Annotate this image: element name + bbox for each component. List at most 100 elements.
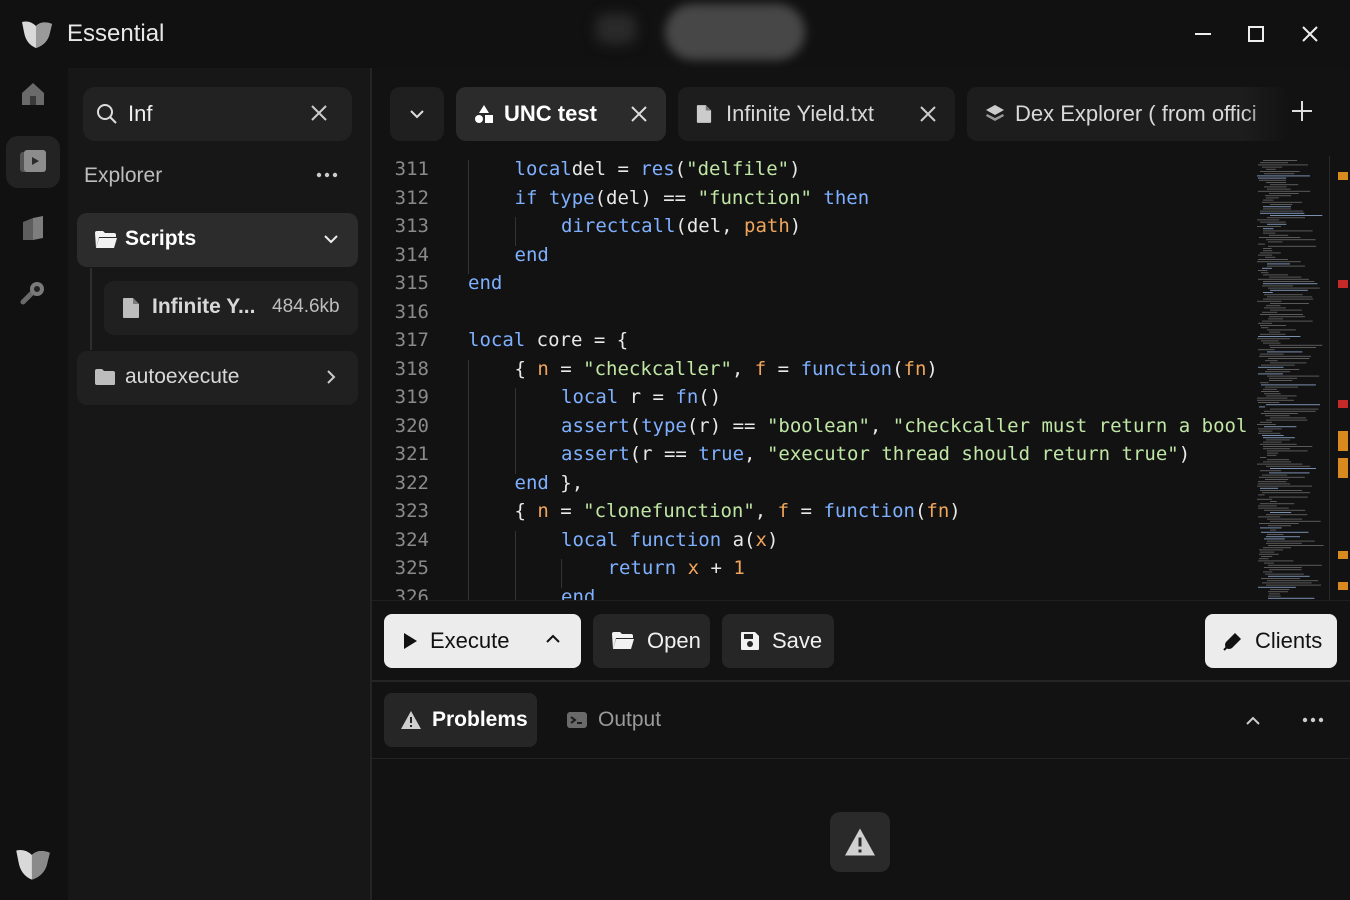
search-input[interactable]: Inf — [128, 101, 152, 127]
folder-scripts[interactable]: Scripts — [77, 213, 358, 267]
minimap-line — [1259, 355, 1312, 357]
minimap-line — [1268, 591, 1288, 593]
new-tab-icon[interactable] — [1290, 99, 1314, 123]
code-token: ) — [1178, 443, 1191, 465]
code-line: localdel = res("delfile") — [515, 158, 801, 180]
minimap-line — [1267, 351, 1303, 353]
clear-search-icon[interactable] — [309, 103, 329, 123]
more-options-icon[interactable] — [316, 172, 338, 178]
code-token: "boolean" — [766, 414, 870, 437]
collapse-panel-icon[interactable] — [1244, 712, 1262, 730]
close-window-button[interactable] — [1296, 20, 1324, 48]
code-editor[interactable]: 311 localdel = res("delfile") 312 if type(d… — [372, 156, 1350, 600]
search-box[interactable]: Inf — [83, 87, 352, 141]
minimap-line — [1258, 278, 1309, 280]
minimap-line — [1263, 208, 1291, 210]
minimap-line — [1262, 201, 1303, 203]
minimap-line — [1260, 487, 1279, 489]
minimap-line — [1267, 263, 1290, 265]
tab-infinite-yield[interactable]: Infinite Yield.txt — [678, 87, 955, 141]
minimap-line — [1270, 204, 1293, 205]
minimap-line — [1263, 446, 1313, 447]
blurred-badge — [596, 14, 636, 44]
minimap-line — [1263, 292, 1273, 293]
line-number: 313 — [394, 215, 429, 237]
rail-profile[interactable] — [6, 838, 60, 890]
execute-button[interactable]: Execute — [384, 614, 581, 668]
code-line: { n = "clonefunction", f = function(fn) — [515, 500, 961, 522]
scroll-marker — [1338, 551, 1348, 560]
minimap-line — [1268, 245, 1317, 247]
indent-guide — [468, 416, 469, 445]
rail-home[interactable] — [6, 68, 60, 120]
minimap-line — [1259, 406, 1266, 408]
rail-editor[interactable] — [6, 136, 60, 188]
warning-icon — [401, 711, 421, 729]
more-options-icon[interactable] — [1302, 717, 1324, 723]
minimize-button[interactable] — [1189, 20, 1217, 48]
line-number: 319 — [394, 386, 429, 408]
minimap-line — [1258, 254, 1273, 256]
tab-dex-explorer[interactable]: Dex Explorer ( from offici — [967, 87, 1287, 141]
minimap-line — [1259, 549, 1284, 551]
code-token: "delfile" — [686, 158, 790, 180]
code-token: { — [514, 500, 538, 522]
code-token: n — [537, 357, 549, 380]
code-token: { — [514, 357, 538, 380]
minimap-line — [1257, 485, 1312, 487]
line-number: 318 — [394, 357, 429, 380]
minimap-line — [1261, 391, 1280, 392]
clients-button[interactable]: Clients — [1205, 614, 1337, 668]
minimap-line — [1258, 366, 1284, 368]
file-infinite-yield[interactable]: Infinite Y... 484.6kb — [104, 281, 358, 335]
minimize-icon — [1195, 33, 1211, 35]
minimap-line — [1270, 501, 1277, 502]
minimap-line — [1267, 217, 1306, 219]
minimap-line — [1260, 210, 1304, 212]
chevron-right-icon — [327, 370, 336, 384]
code-token: ) — [766, 528, 779, 551]
close-tab-icon[interactable] — [919, 105, 937, 123]
folder-autoexecute[interactable]: autoexecute — [77, 351, 358, 405]
code-token: }, — [548, 471, 584, 494]
open-button[interactable]: Open — [593, 614, 710, 668]
chevron-up-icon[interactable] — [544, 630, 562, 648]
line-number: 325 — [394, 557, 429, 579]
app-logo-icon — [22, 21, 52, 48]
code-token: end — [514, 243, 549, 266]
code-token: "clonefunction" — [583, 500, 755, 522]
tab-label: Dex Explorer ( from offici — [1015, 101, 1257, 126]
rail-tools[interactable] — [6, 268, 60, 320]
rail-library[interactable] — [6, 202, 60, 254]
blurred-login-button[interactable] — [665, 4, 805, 60]
tab-list-button[interactable] — [390, 87, 444, 141]
minimap-line — [1258, 428, 1282, 430]
minimap-line — [1264, 567, 1302, 568]
scroll-marker — [1338, 457, 1348, 478]
minimap[interactable] — [1255, 156, 1327, 600]
minimap-line — [1267, 329, 1296, 331]
save-label: Save — [772, 628, 823, 653]
minimap-line — [1267, 518, 1303, 520]
tab-unc-test[interactable]: UNC test — [456, 87, 666, 141]
minimap-line — [1266, 197, 1279, 199]
tab-problems[interactable]: Problems — [384, 693, 537, 747]
minimap-line — [1264, 410, 1316, 412]
minimap-line — [1270, 408, 1319, 410]
indent-guide — [468, 188, 469, 217]
close-tab-icon[interactable] — [630, 105, 648, 123]
maximize-button[interactable] — [1242, 20, 1270, 48]
editor-tabs: UNC test Infinite Yield.txt Dex Explorer… — [372, 68, 1350, 156]
scrollbar-markers[interactable] — [1329, 156, 1348, 600]
file-label: Infinite Y... — [152, 295, 256, 318]
code-token: ( — [914, 500, 927, 522]
minimap-line — [1263, 441, 1282, 443]
minimap-line — [1262, 285, 1293, 287]
maximize-icon — [1248, 26, 1264, 42]
shapes-icon — [475, 105, 493, 123]
minimap-line — [1262, 320, 1313, 322]
code-line: assert(type(r) == "boolean", "checkcalle… — [561, 415, 1247, 437]
save-button[interactable]: Save — [722, 614, 834, 668]
tab-output[interactable]: Output — [550, 693, 670, 747]
minimap-line — [1263, 571, 1273, 573]
